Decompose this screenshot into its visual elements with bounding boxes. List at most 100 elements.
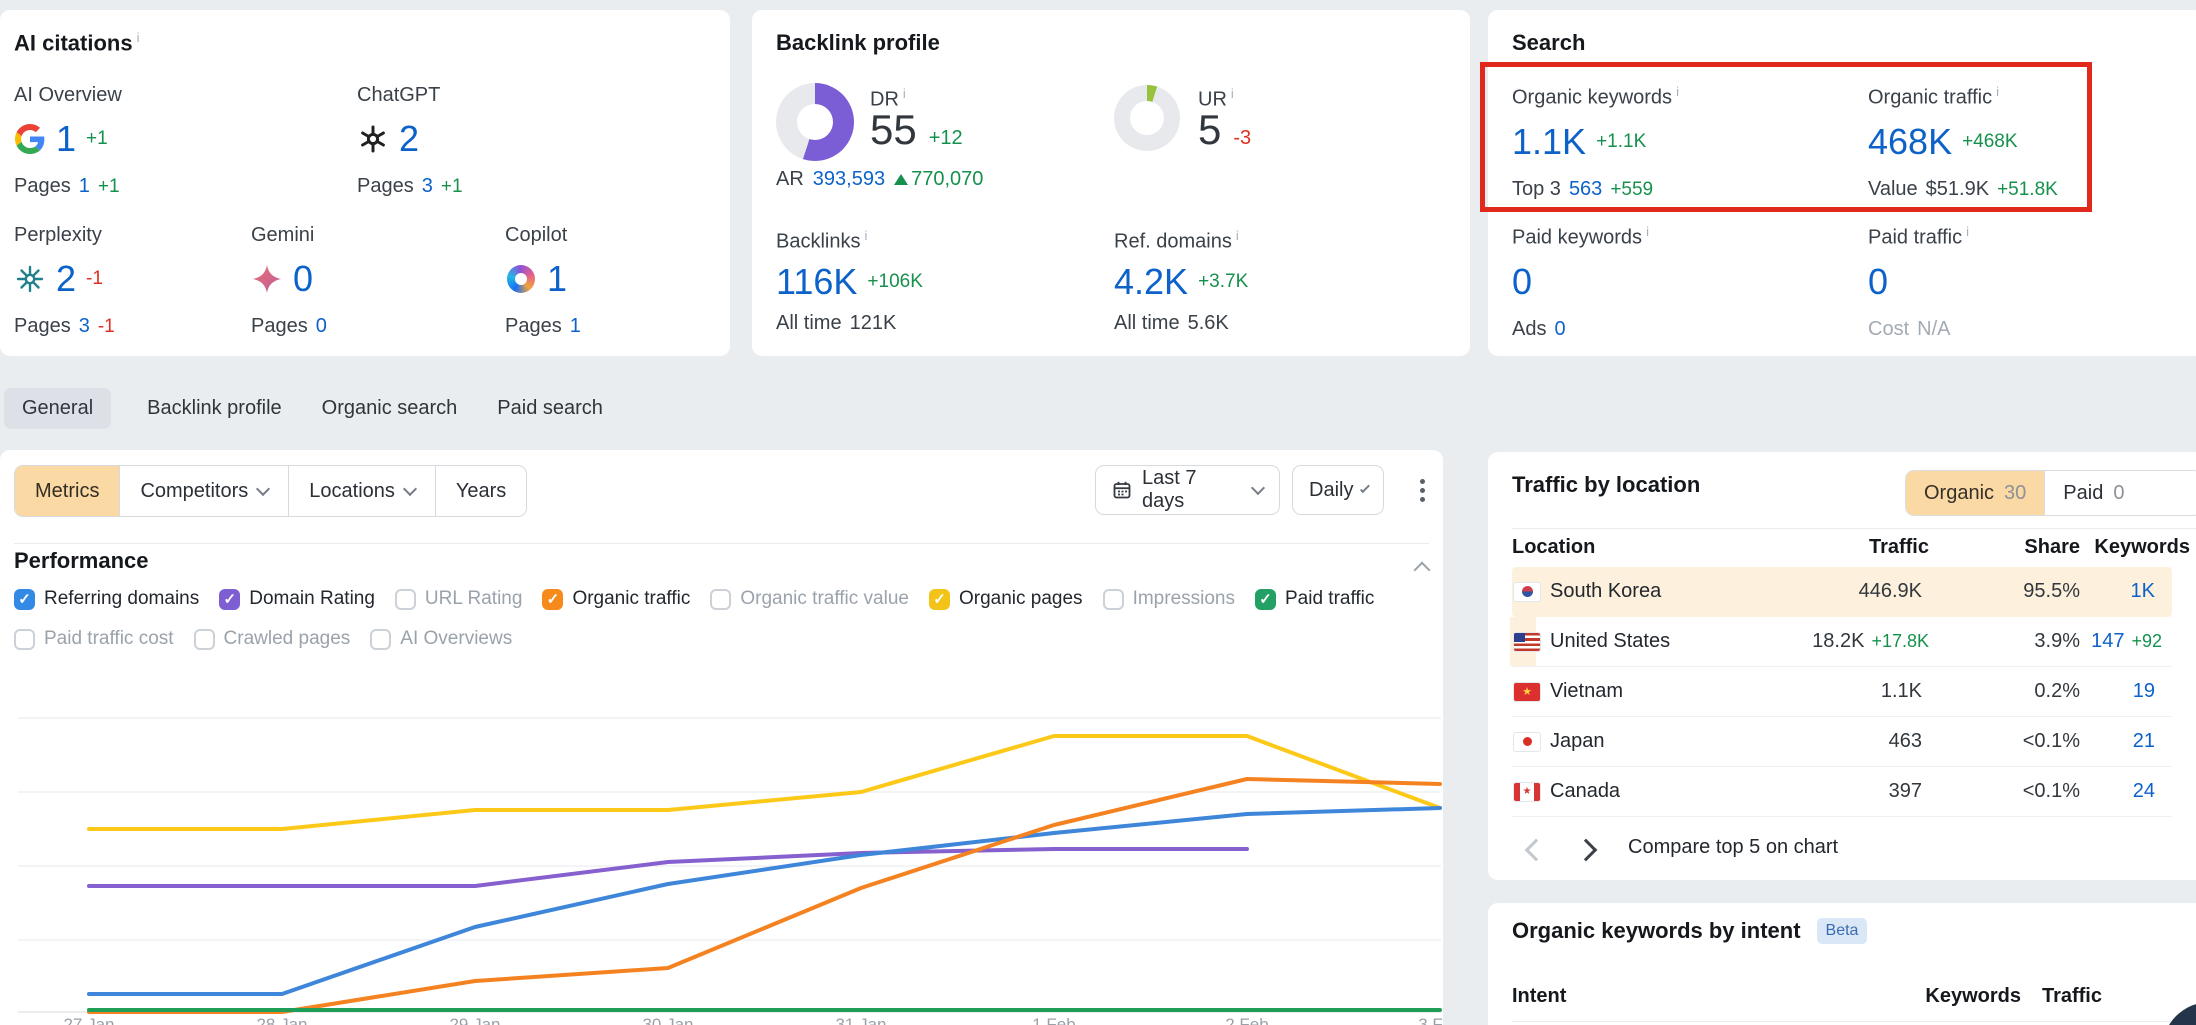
page-previous-chevron[interactable] (1525, 839, 1548, 862)
copilot-value[interactable]: 1 (547, 258, 567, 300)
info-icon[interactable]: i (1236, 228, 1239, 243)
chevron-down-icon (1360, 483, 1370, 493)
chart-series-domain-rating[interactable] (89, 849, 1247, 886)
checkbox-icon[interactable]: ✓ (219, 589, 240, 610)
gemini-icon (251, 263, 283, 295)
perplexity-pages[interactable]: 3 (79, 315, 90, 338)
checkbox-icon[interactable] (194, 629, 215, 650)
checkbox-icon[interactable] (1103, 589, 1124, 610)
metric-toggles-row-2: Paid traffic cost Crawled pages AI Overv… (14, 628, 512, 650)
metric-checkbox-item[interactable]: URL Rating (395, 588, 523, 610)
granularity-button[interactable]: Daily (1292, 465, 1384, 515)
competitors-filter-button[interactable]: Competitors (120, 466, 289, 516)
location-table-row[interactable]: Japan 463 <0.1% 21 (1512, 717, 2172, 767)
info-icon[interactable]: i (1231, 86, 1234, 101)
info-icon[interactable]: i (864, 228, 867, 243)
ar-row: AR 393,593 770,070 (776, 168, 983, 191)
location-traffic: 446.9K (1712, 580, 1929, 603)
ar-change: 770,070 (894, 168, 983, 191)
metric-checkbox-item[interactable]: ✓ Domain Rating (219, 588, 375, 610)
ref-domains-value[interactable]: 4.2K (1114, 261, 1188, 303)
organic-count: 30 (2004, 482, 2026, 505)
column-header-intent[interactable]: Intent (1512, 985, 1566, 1008)
checkbox-icon[interactable] (710, 589, 731, 610)
locations-filter-button[interactable]: Locations (289, 466, 436, 516)
info-icon[interactable]: i (1646, 224, 1649, 239)
checkbox-icon[interactable] (370, 629, 391, 650)
location-keywords: 24 (2052, 780, 2162, 803)
metric-checkbox-item[interactable]: ✓ Paid traffic (1255, 588, 1374, 610)
checkbox-icon[interactable]: ✓ (1255, 589, 1276, 610)
collapse-chevron-up-icon[interactable] (1414, 562, 1431, 579)
location-table-row[interactable]: South Korea 446.9K 95.5% 1K (1512, 567, 2172, 617)
years-filter-button[interactable]: Years (436, 466, 526, 516)
metrics-filter-button[interactable]: Metrics (15, 466, 120, 516)
info-icon[interactable]: i (1966, 224, 1969, 239)
stat-chatgpt: ChatGPT 2 Pages3+1 (357, 84, 657, 198)
gemini-pages[interactable]: 0 (316, 315, 327, 338)
location-name: United States (1550, 630, 1670, 653)
checkbox-icon[interactable]: ✓ (14, 589, 35, 610)
metric-checkbox-item[interactable]: ✓ Referring domains (14, 588, 199, 610)
metric-checkbox-item[interactable]: ✓ Organic traffic (542, 588, 690, 610)
checkbox-icon[interactable] (395, 589, 416, 610)
column-header-location[interactable]: Location (1512, 536, 1595, 559)
date-range-button[interactable]: Last 7 days (1095, 465, 1280, 515)
info-icon[interactable]: i (137, 30, 140, 45)
chatgpt-pages[interactable]: 3 (422, 175, 433, 198)
metric-checkbox-item[interactable]: ✓ Organic pages (929, 588, 1083, 610)
checkbox-icon[interactable] (14, 629, 35, 650)
beta-badge: Beta (1817, 918, 1868, 944)
tab-paid-search[interactable]: Paid search (493, 388, 607, 429)
ai-overview-pages[interactable]: 1 (79, 175, 90, 198)
location-table-row[interactable]: ★ Canada 397 <0.1% 24 (1512, 767, 2172, 817)
paid-traffic-value[interactable]: 0 (1868, 261, 1888, 303)
perplexity-value[interactable]: 2 (56, 258, 76, 300)
chevron-down-icon (1251, 481, 1265, 495)
tab-backlink-profile[interactable]: Backlink profile (143, 388, 286, 429)
metric-checkbox-item[interactable]: Organic traffic value (710, 588, 909, 610)
checkbox-icon[interactable]: ✓ (542, 589, 563, 610)
search-title: Search (1512, 30, 1585, 56)
chatgpt-value[interactable]: 2 (399, 118, 419, 160)
toggle-paid[interactable]: Paid 0 (2044, 471, 2196, 515)
location-table-row[interactable]: United States 18.2K+17.8K 3.9% 147+92 (1512, 617, 2172, 667)
metric-checkbox-item[interactable]: Crawled pages (194, 628, 351, 650)
backlinks-value[interactable]: 116K (776, 261, 857, 303)
compare-top5-link[interactable]: Compare top 5 on chart (1628, 836, 1838, 859)
toggle-organic[interactable]: Organic 30 (1906, 471, 2044, 515)
page-next-chevron[interactable] (1575, 839, 1598, 862)
backlinks-change: +106K (867, 271, 922, 293)
openai-icon (357, 123, 389, 155)
metric-checkbox-item[interactable]: Impressions (1103, 588, 1235, 610)
ar-value[interactable]: 393,593 (813, 168, 885, 191)
x-axis-tick-label: 30 Jan (642, 1015, 693, 1025)
column-header-intent-traffic[interactable]: Traffic (2008, 985, 2102, 1008)
ai-overview-change: +1 (86, 128, 108, 150)
info-icon[interactable]: i (903, 86, 906, 101)
ai-overview-value[interactable]: 1 (56, 118, 76, 160)
location-traffic: 18.2K+17.8K (1712, 630, 1929, 653)
x-axis-tick-label: 28 Jan (256, 1015, 307, 1025)
metric-checkbox-item[interactable]: Paid traffic cost (14, 628, 174, 650)
divider (1512, 528, 2196, 529)
more-options-kebab-menu[interactable] (1420, 488, 1425, 493)
location-name: Canada (1550, 780, 1620, 803)
column-header-intent-keywords[interactable]: Keywords (1868, 985, 2021, 1008)
copilot-pages[interactable]: 1 (570, 315, 581, 338)
country-flag-icon (1514, 633, 1540, 651)
performance-title: Performance (14, 548, 149, 574)
chevron-down-icon (256, 482, 270, 496)
checkbox-icon[interactable]: ✓ (929, 589, 950, 610)
tab-organic-search[interactable]: Organic search (318, 388, 462, 429)
performance-line-chart[interactable]: 27 Jan28 Jan29 Jan30 Jan31 Jan1 Feb2 Feb… (0, 660, 1443, 1025)
gemini-value[interactable]: 0 (293, 258, 313, 300)
location-table-row[interactable]: ★ Vietnam 1.1K 0.2% 19 (1512, 667, 2172, 717)
tab-general[interactable]: General (4, 388, 111, 429)
column-header-keywords[interactable]: Keywords (2052, 536, 2190, 559)
column-header-traffic[interactable]: Traffic (1712, 536, 1929, 559)
metric-checkbox-item[interactable]: AI Overviews (370, 628, 512, 650)
paid-keywords-value[interactable]: 0 (1512, 261, 1532, 303)
backlink-profile-title: Backlink profile (776, 30, 940, 56)
chart-series-referring-domains[interactable] (89, 808, 1440, 994)
